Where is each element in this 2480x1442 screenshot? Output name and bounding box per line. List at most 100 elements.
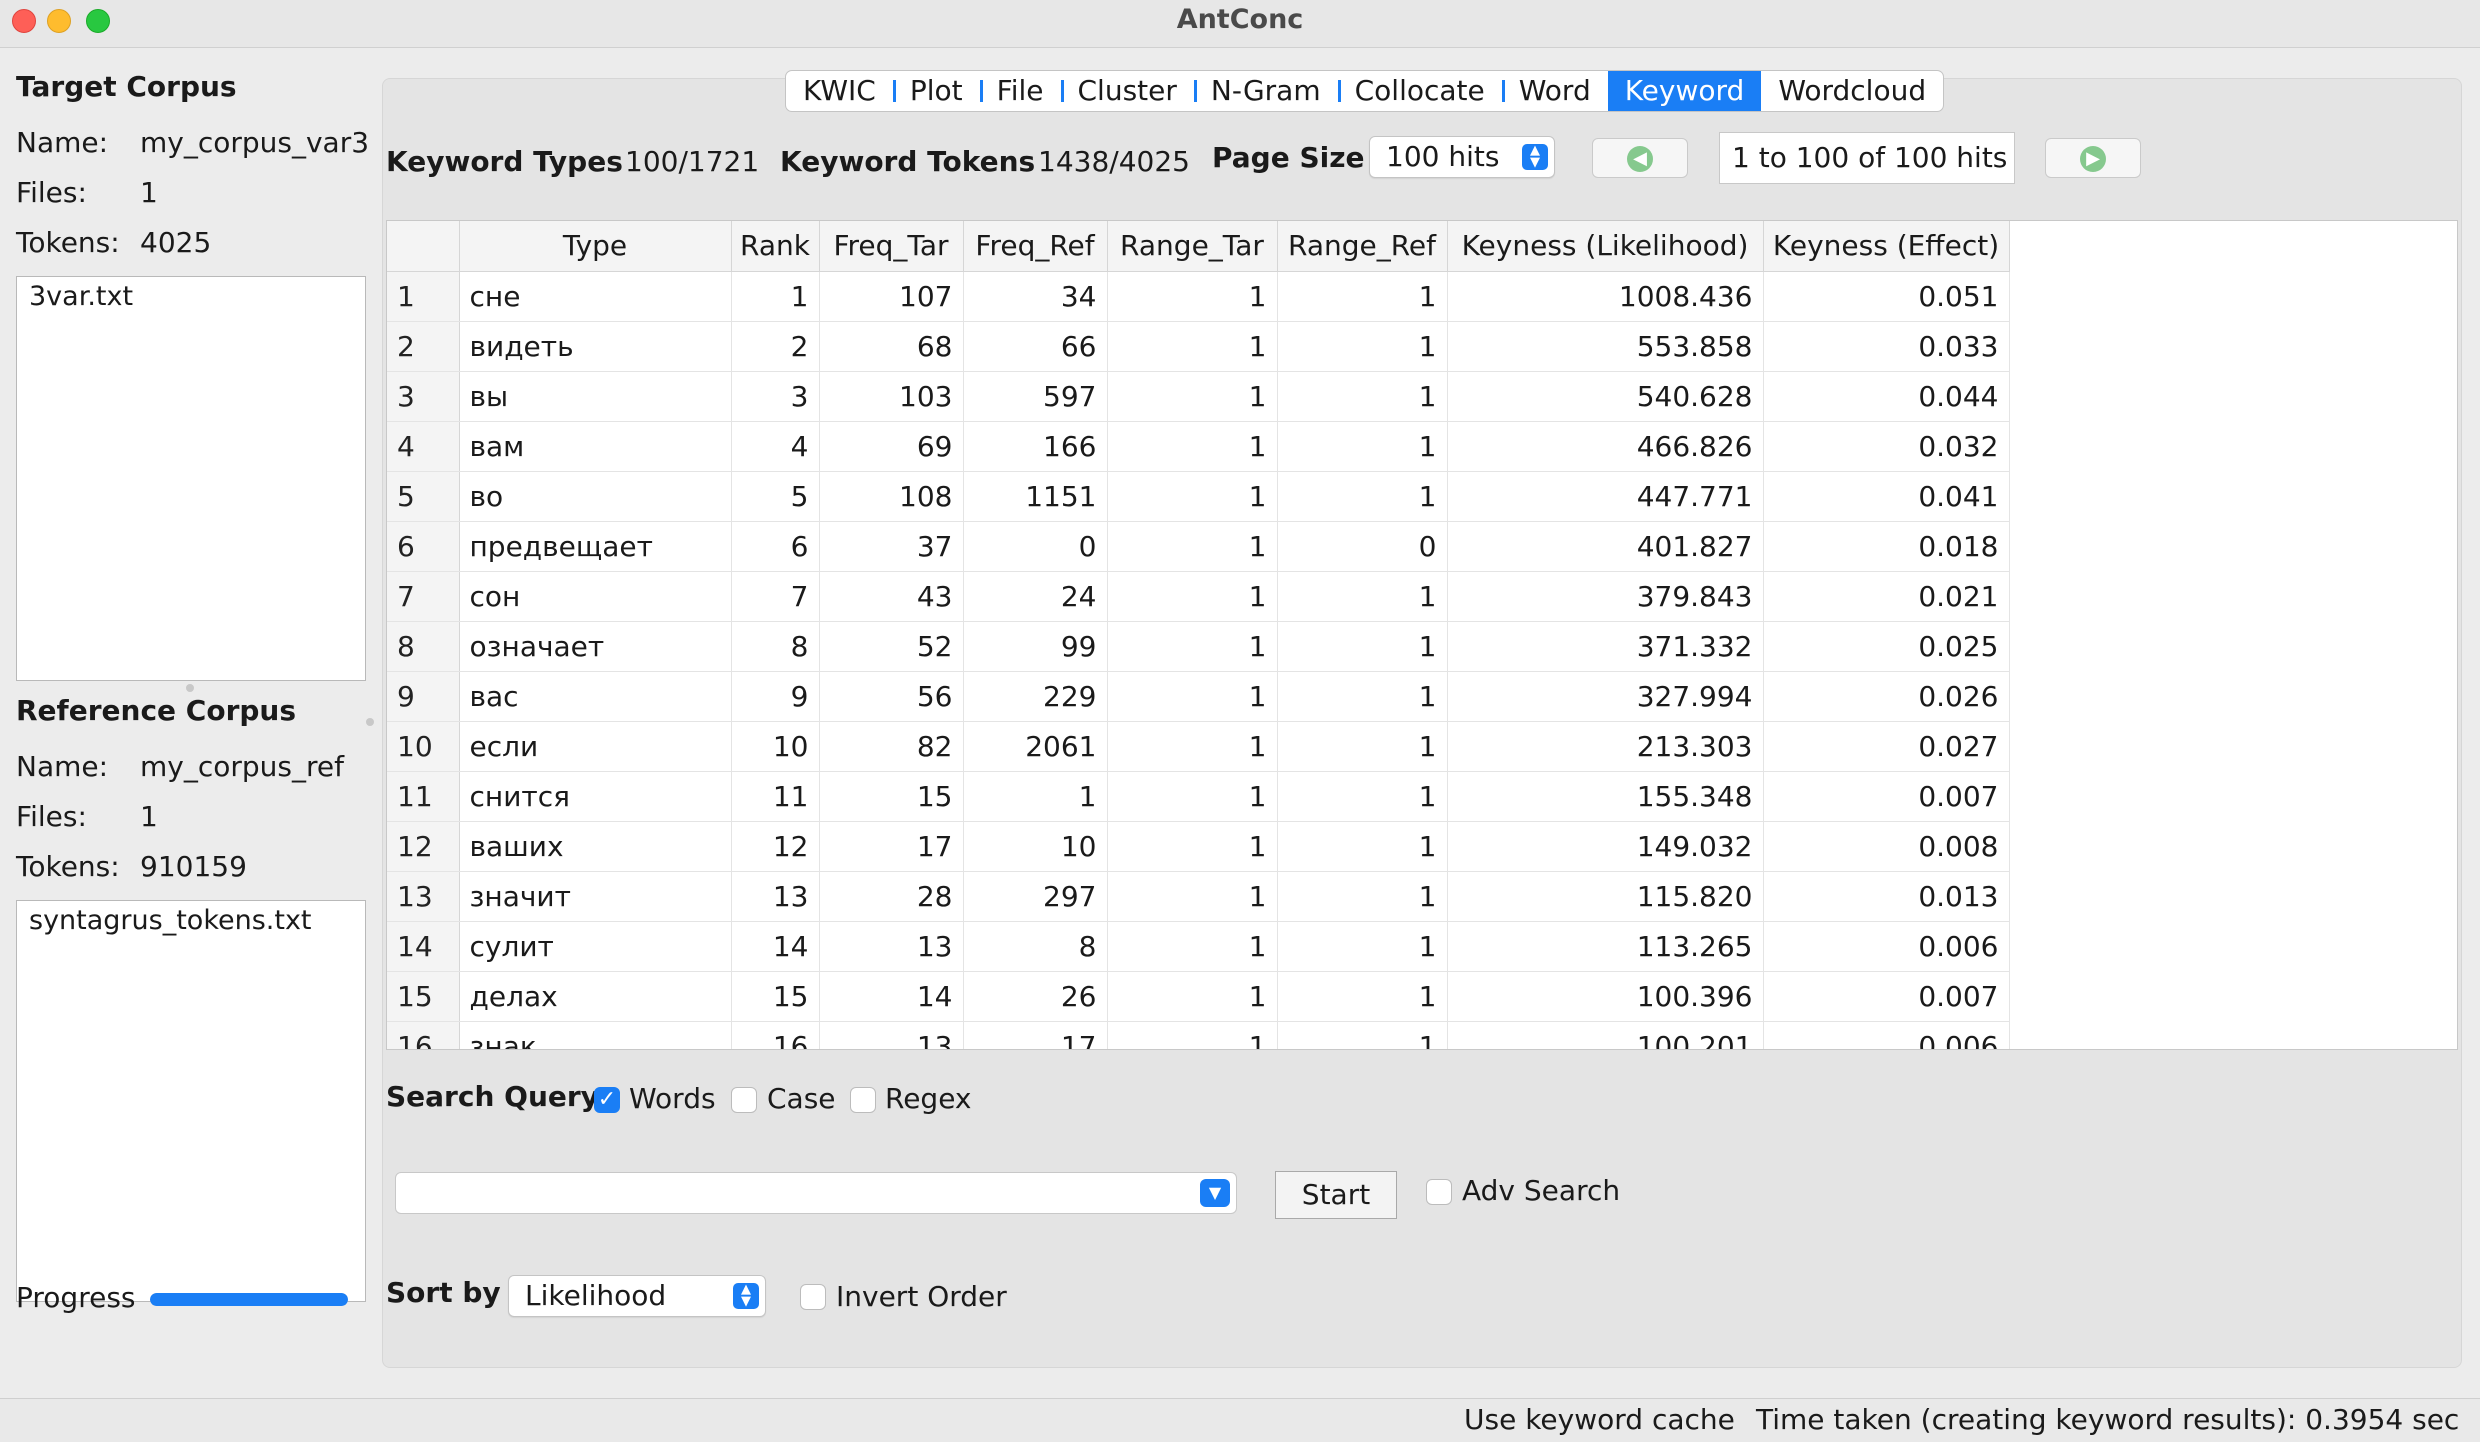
keyword-results-table[interactable]: Type Rank Freq_Tar Freq_Ref Range_Tar Ra… bbox=[386, 220, 2458, 1050]
target-file-list[interactable]: 3var.txt bbox=[16, 276, 366, 681]
reference-file-list[interactable]: syntagrus_tokens.txt bbox=[16, 900, 366, 1302]
tab-keyword[interactable]: Keyword bbox=[1607, 71, 1762, 111]
rank-cell: 6 bbox=[731, 521, 820, 572]
freq-tar-cell: 52 bbox=[819, 621, 964, 672]
vertical-splitter-handle[interactable] bbox=[366, 718, 374, 726]
table-row[interactable]: 10 если 10 82 2061 1 1 213.303 0.027 bbox=[387, 721, 2010, 772]
range-tar-cell: 1 bbox=[1107, 271, 1278, 322]
table-row[interactable]: 2 видеть 2 68 66 1 1 553.858 0.033 bbox=[387, 321, 2010, 372]
table-row[interactable]: 16 знак 16 13 17 1 1 100.201 0.006 bbox=[387, 1021, 2010, 1049]
case-checkbox[interactable] bbox=[731, 1087, 757, 1113]
type-cell: во bbox=[459, 471, 732, 522]
type-cell: снится bbox=[459, 771, 732, 822]
tab-kwic[interactable]: KWIC bbox=[786, 71, 893, 111]
arrow-right-icon: ▶ bbox=[2080, 146, 2106, 172]
table-row[interactable]: 7 сон 7 43 24 1 1 379.843 0.021 bbox=[387, 571, 2010, 622]
target-name-row: Name: my_corpus_var3 bbox=[16, 126, 369, 159]
adv-search-checkbox[interactable] bbox=[1426, 1179, 1452, 1205]
table-row[interactable]: 9 вас 9 56 229 1 1 327.994 0.026 bbox=[387, 671, 2010, 722]
table-row[interactable]: 5 во 5 108 1151 1 1 447.771 0.041 bbox=[387, 471, 2010, 522]
column-header-rank[interactable]: Rank bbox=[731, 221, 820, 272]
invert-order-checkbox[interactable] bbox=[800, 1284, 826, 1310]
row-number-header bbox=[387, 221, 460, 272]
tab-cluster[interactable]: Cluster bbox=[1060, 71, 1194, 111]
keyness-likelihood-cell: 100.396 bbox=[1447, 971, 1764, 1022]
search-query-input[interactable]: ▼ bbox=[395, 1172, 1237, 1214]
reference-tokens-value: 910159 bbox=[140, 850, 247, 883]
freq-ref-cell: 1151 bbox=[963, 471, 1108, 522]
splitter-handle[interactable] bbox=[186, 684, 194, 692]
column-header-type[interactable]: Type bbox=[459, 221, 732, 272]
keyness-likelihood-cell: 466.826 bbox=[1447, 421, 1764, 472]
range-tar-cell: 1 bbox=[1107, 521, 1278, 572]
range-ref-cell: 1 bbox=[1277, 671, 1448, 722]
regex-checkbox-label[interactable]: Regex bbox=[885, 1082, 972, 1115]
range-tar-cell: 1 bbox=[1107, 321, 1278, 372]
table-row[interactable]: 15 делах 15 14 26 1 1 100.396 0.007 bbox=[387, 971, 2010, 1022]
tab-file[interactable]: File bbox=[979, 71, 1061, 111]
table-row[interactable]: 11 снится 11 15 1 1 1 155.348 0.007 bbox=[387, 771, 2010, 822]
tab-n-gram[interactable]: N-Gram bbox=[1193, 71, 1338, 111]
chevron-down-icon[interactable]: ▼ bbox=[1200, 1179, 1230, 1207]
regex-checkbox[interactable] bbox=[850, 1087, 876, 1113]
reference-files-row: Files: 1 bbox=[16, 800, 158, 833]
keyness-effect-cell: 0.051 bbox=[1763, 271, 2010, 322]
freq-tar-cell: 13 bbox=[819, 921, 964, 972]
sort-by-select[interactable]: Likelihood ▲ ▼ bbox=[508, 1275, 766, 1317]
rank-cell: 7 bbox=[731, 571, 820, 622]
invert-order-label[interactable]: Invert Order bbox=[836, 1280, 1007, 1313]
reference-files-label: Files: bbox=[16, 800, 87, 833]
range-ref-cell: 1 bbox=[1277, 721, 1448, 772]
column-header-freq-ref[interactable]: Freq_Ref bbox=[963, 221, 1108, 272]
table-row[interactable]: 13 значит 13 28 297 1 1 115.820 0.013 bbox=[387, 871, 2010, 922]
tab-wordcloud[interactable]: Wordcloud bbox=[1761, 71, 1943, 111]
column-header-keyness-likelihood[interactable]: Keyness (Likelihood) bbox=[1447, 221, 1764, 272]
type-cell: вы bbox=[459, 371, 732, 422]
table-row[interactable]: 4 вам 4 69 166 1 1 466.826 0.032 bbox=[387, 421, 2010, 472]
words-checkbox[interactable]: ✓ bbox=[594, 1087, 620, 1113]
words-checkbox-label[interactable]: Words bbox=[629, 1082, 716, 1115]
adv-search-label[interactable]: Adv Search bbox=[1462, 1174, 1620, 1207]
range-tar-cell: 1 bbox=[1107, 721, 1278, 772]
keyness-effect-cell: 0.021 bbox=[1763, 571, 2010, 622]
previous-page-button[interactable]: ◀ bbox=[1592, 138, 1688, 178]
keyness-effect-cell: 0.007 bbox=[1763, 771, 2010, 822]
table-row[interactable]: 8 означает 8 52 99 1 1 371.332 0.025 bbox=[387, 621, 2010, 672]
table-row[interactable]: 1 сне 1 107 34 1 1 1008.436 0.051 bbox=[387, 271, 2010, 322]
start-button[interactable]: Start bbox=[1275, 1171, 1397, 1219]
row-number: 4 bbox=[387, 421, 460, 472]
corpus-panel: Target Corpus Name: my_corpus_var3 Files:… bbox=[0, 50, 380, 1390]
tab-collocate[interactable]: Collocate bbox=[1337, 71, 1502, 111]
column-header-keyness-effect[interactable]: Keyness (Effect) bbox=[1763, 221, 2010, 272]
freq-ref-cell: 229 bbox=[963, 671, 1108, 722]
case-checkbox-label[interactable]: Case bbox=[767, 1082, 836, 1115]
rank-cell: 3 bbox=[731, 371, 820, 422]
sort-by-label: Sort by bbox=[386, 1276, 501, 1309]
file-list-item[interactable]: syntagrus_tokens.txt bbox=[29, 905, 353, 936]
range-tar-cell: 1 bbox=[1107, 421, 1278, 472]
progress-label: Progress bbox=[16, 1281, 136, 1314]
keyness-likelihood-cell: 115.820 bbox=[1447, 871, 1764, 922]
tab-plot[interactable]: Plot bbox=[892, 71, 980, 111]
table-row[interactable]: 14 сулит 14 13 8 1 1 113.265 0.006 bbox=[387, 921, 2010, 972]
table-row[interactable]: 3 вы 3 103 597 1 1 540.628 0.044 bbox=[387, 371, 2010, 422]
rank-cell: 8 bbox=[731, 621, 820, 672]
file-list-item[interactable]: 3var.txt bbox=[29, 281, 353, 312]
row-number: 3 bbox=[387, 371, 460, 422]
page-size-select[interactable]: 100 hits ▲ ▼ bbox=[1369, 136, 1555, 178]
column-header-range-ref[interactable]: Range_Ref bbox=[1277, 221, 1448, 272]
table-row[interactable]: 12 ваших 12 17 10 1 1 149.032 0.008 bbox=[387, 821, 2010, 872]
freq-tar-cell: 14 bbox=[819, 971, 964, 1022]
table-row[interactable]: 6 предвещает 6 37 0 1 0 401.827 0.018 bbox=[387, 521, 2010, 572]
keyness-likelihood-cell: 100.201 bbox=[1447, 1021, 1764, 1049]
freq-ref-cell: 1 bbox=[963, 771, 1108, 822]
up-down-chevron-icon: ▲ ▼ bbox=[1522, 144, 1548, 170]
column-header-range-tar[interactable]: Range_Tar bbox=[1107, 221, 1278, 272]
freq-ref-cell: 10 bbox=[963, 821, 1108, 872]
freq-ref-cell: 26 bbox=[963, 971, 1108, 1022]
column-header-freq-tar[interactable]: Freq_Tar bbox=[819, 221, 964, 272]
tab-word[interactable]: Word bbox=[1501, 71, 1608, 111]
next-page-button[interactable]: ▶ bbox=[2045, 138, 2141, 178]
target-name-value: my_corpus_var3 bbox=[140, 126, 370, 159]
range-tar-cell: 1 bbox=[1107, 371, 1278, 422]
